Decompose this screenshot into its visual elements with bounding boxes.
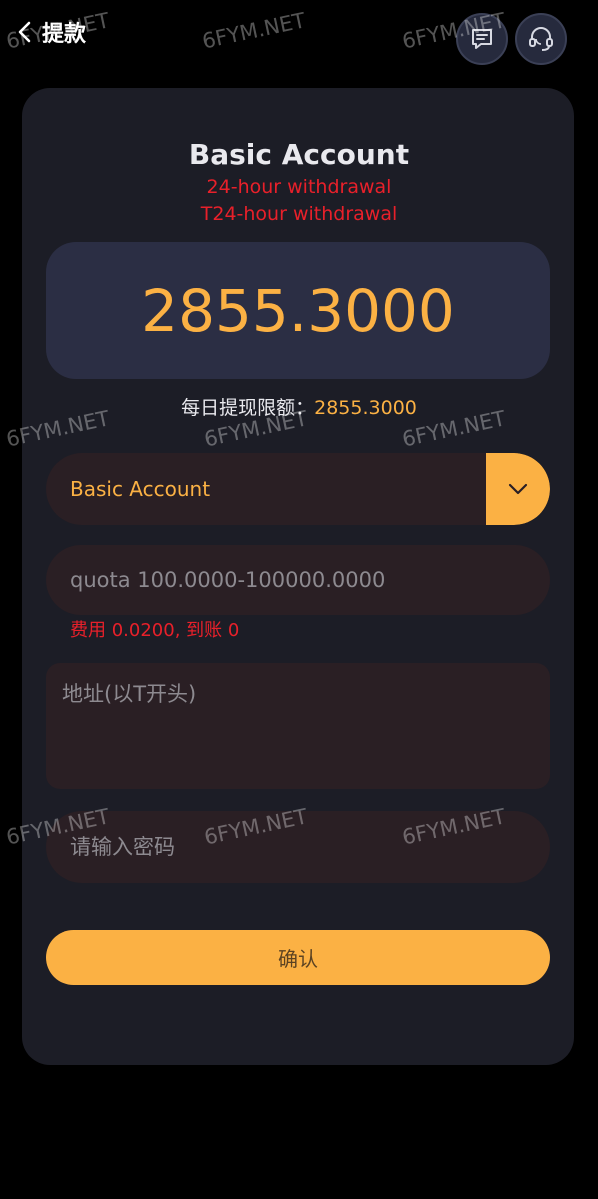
daily-limit-label: 每日提现限额： (181, 397, 315, 419)
message-button[interactable] (456, 13, 508, 65)
chevron-down-icon (508, 483, 528, 495)
quota-field[interactable] (46, 545, 550, 615)
fee-info: 费用 0.0200, 到账 0 (70, 620, 240, 641)
balance-panel: 2855.3000 (46, 242, 550, 379)
daily-limit-value: 2855.3000 (314, 397, 417, 419)
withdrawal-note-1: 24-hour withdrawal (206, 176, 392, 198)
balance-value: 2855.3000 (141, 276, 455, 345)
password-field[interactable] (46, 811, 550, 883)
back-button[interactable]: 提款 (14, 14, 86, 50)
quota-input[interactable] (46, 545, 550, 615)
password-input[interactable] (46, 811, 550, 883)
daily-limit: 每日提现限额：2855.3000 (0, 394, 598, 422)
confirm-button[interactable]: 确认 (46, 930, 550, 985)
withdrawal-note-2: T24-hour withdrawal (200, 203, 398, 225)
chevron-left-icon (18, 21, 31, 43)
support-button[interactable] (515, 13, 567, 65)
account-select[interactable]: Basic Account (46, 453, 550, 525)
account-select-value: Basic Account (70, 477, 211, 501)
chat-message-icon (472, 29, 492, 49)
headset-support-icon (529, 27, 553, 51)
address-field[interactable] (46, 663, 550, 789)
page-title: 提款 (42, 22, 87, 47)
address-input[interactable] (46, 663, 550, 789)
account-title: Basic Account (188, 138, 410, 171)
header-bar: 提款 (0, 0, 598, 66)
